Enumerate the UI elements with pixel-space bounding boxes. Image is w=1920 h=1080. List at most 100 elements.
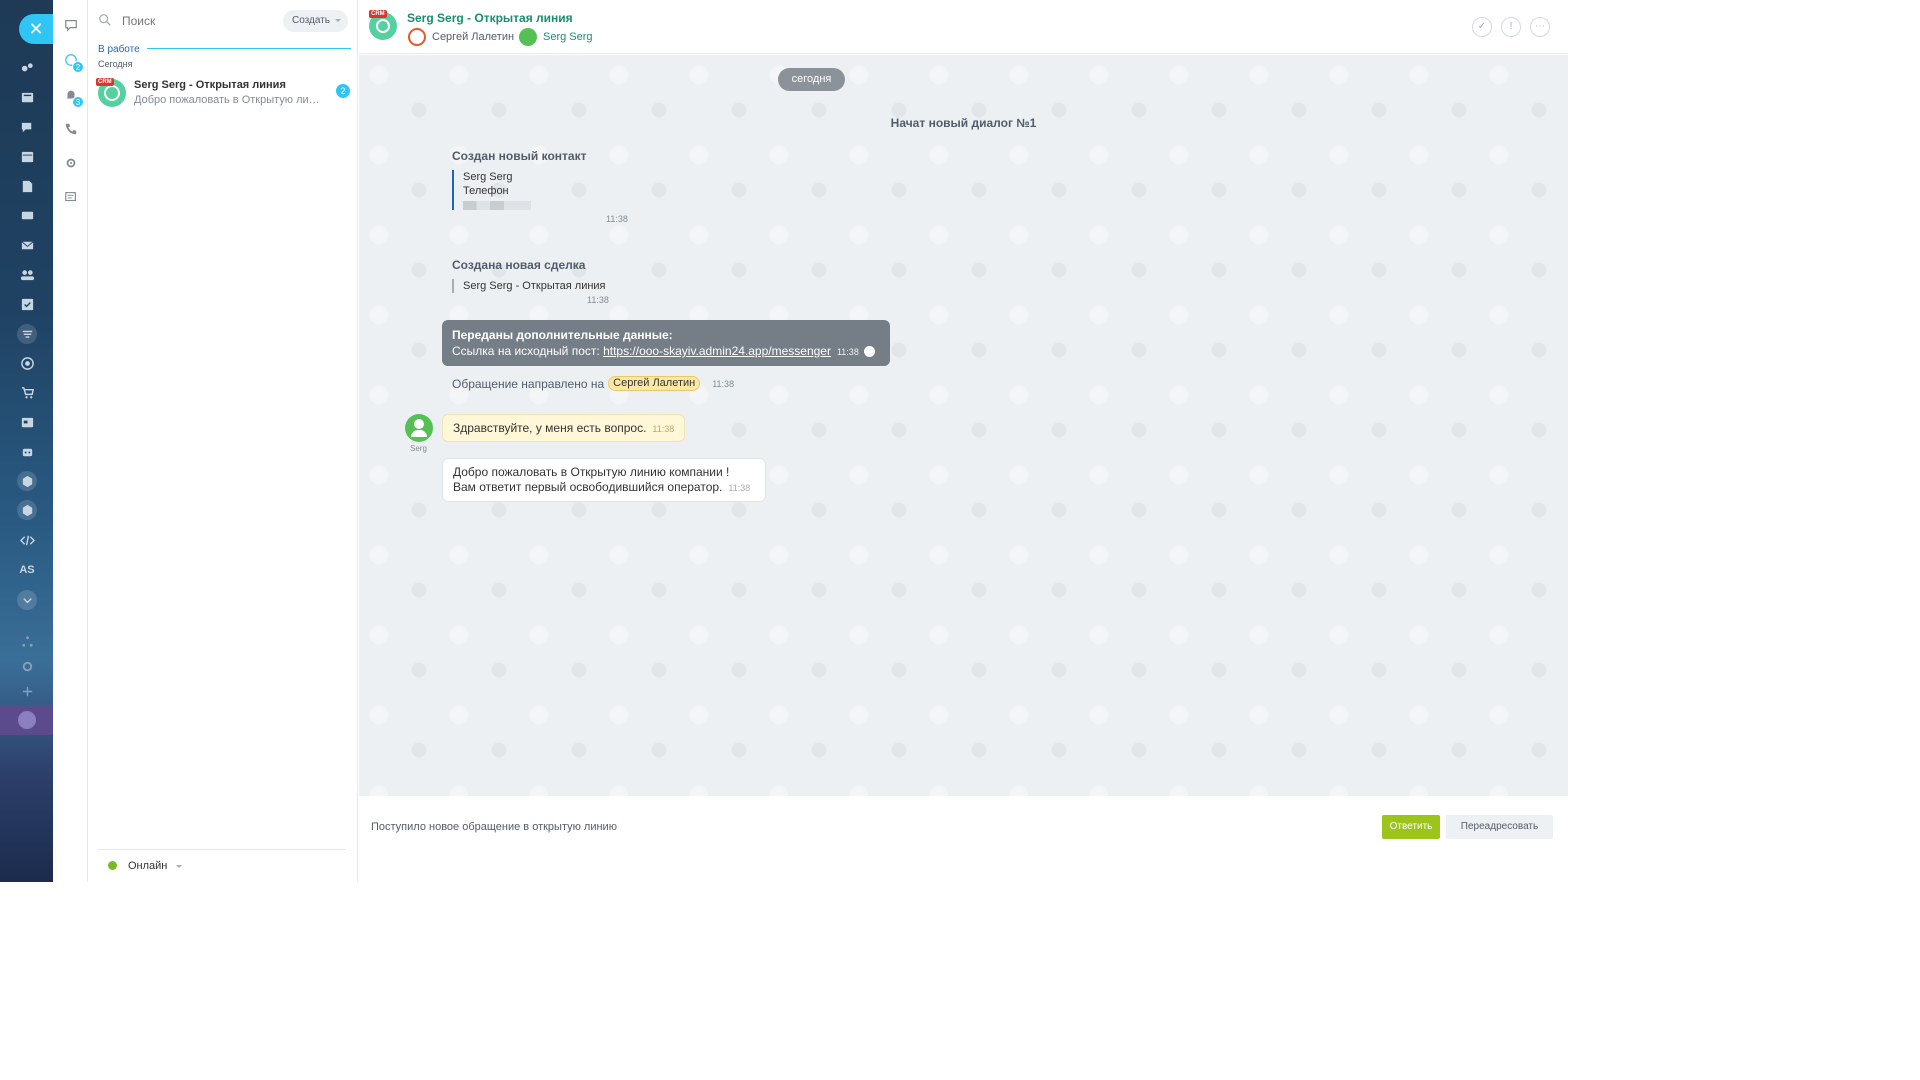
client-message-name: Serg <box>410 444 427 453</box>
contact-center-icon[interactable] <box>17 412 37 432</box>
welcome-line-2: Вам ответит первый освободившийся операт… <box>453 480 723 494</box>
client-message-text: Здравствуйте, у меня есть вопрос. <box>453 421 647 435</box>
documents-icon[interactable] <box>17 176 37 196</box>
contact-field-label: Телефон <box>463 185 509 197</box>
client-message-avatar[interactable] <box>405 414 433 442</box>
operator-name: Сергей Лалетин <box>432 31 515 43</box>
crm-badge: CRM <box>369 10 387 18</box>
status-label: Онлайн <box>128 860 168 872</box>
status-dot-icon <box>108 861 117 870</box>
messenger-tools: 2 3 <box>53 0 88 882</box>
message-list: сегодня Начат новый диалог №1 Создан нов… <box>359 55 1568 796</box>
timestamp: 11:38 <box>836 347 859 357</box>
list-item[interactable]: CRM Serg Serg - Открытая линия Добро пож… <box>96 77 352 111</box>
add-icon[interactable] <box>17 681 37 701</box>
contact-name: Serg Serg <box>463 171 513 183</box>
timestamp: 11:38 <box>652 424 675 434</box>
date-separator: сегодня <box>778 68 845 91</box>
calendar-icon[interactable] <box>17 146 37 166</box>
contact-created-block: Создан новый контакт Serg Serg Телефон 1… <box>452 149 628 224</box>
tasks-list-icon[interactable] <box>62 188 80 206</box>
app-rail: ✕ AS <box>0 0 53 882</box>
mail-icon[interactable] <box>17 235 37 255</box>
apps-icon[interactable] <box>17 471 37 491</box>
as-label[interactable]: AS <box>17 560 37 580</box>
phone-icon[interactable] <box>62 120 80 138</box>
client-name-link: Serg Serg <box>543 31 593 43</box>
timestamp: 11:38 <box>587 295 609 305</box>
close-icon[interactable]: ✕ <box>19 14 53 44</box>
user-avatar[interactable] <box>0 705 53 735</box>
deal-name: Serg Serg - Открытая линия <box>463 280 606 292</box>
search-input[interactable] <box>122 10 272 32</box>
settings-gear-icon[interactable] <box>17 656 37 676</box>
operator-avatar <box>408 28 426 46</box>
dialog-start-notice: Начат новый диалог №1 <box>890 116 1037 130</box>
chat-footer: Поступило новое обращение в открытую лин… <box>359 796 1568 882</box>
more-icon[interactable] <box>17 590 37 610</box>
structure-icon[interactable] <box>17 631 37 651</box>
avatar-icon <box>17 711 36 729</box>
notifications-badge: 3 <box>72 96 84 108</box>
forward-notice: Обращение направлено на Сергей Лалетин 1… <box>452 376 734 391</box>
status-selector[interactable]: Онлайн <box>98 849 346 882</box>
source-post-link[interactable]: https://ooo-skayiv.admin24.app/messenger <box>603 344 831 358</box>
info-icon[interactable]: ! <box>1501 17 1521 37</box>
timestamp: 11:38 <box>712 378 735 389</box>
forward-button[interactable]: Переадресовать <box>1446 815 1553 839</box>
search-icon <box>99 14 111 26</box>
deal-created-block: Создана новая сделка Serg Serg - Открыта… <box>452 258 609 305</box>
footer-notice: Поступило новое обращение в открытую лин… <box>371 821 617 833</box>
chat-bubble-icon[interactable] <box>62 16 80 34</box>
create-button[interactable]: Создать <box>282 10 348 32</box>
settings-icon[interactable] <box>62 154 80 172</box>
drive-icon[interactable] <box>17 205 37 225</box>
section-divider <box>147 48 351 49</box>
more-icon[interactable]: ⋯ <box>1530 17 1550 37</box>
crm-badge: CRM <box>96 78 114 86</box>
timestamp: 11:38 <box>728 483 751 493</box>
check-icon[interactable]: ✓ <box>1472 17 1492 37</box>
dialog-title[interactable]: Serg Serg - Открытая линия <box>407 11 573 25</box>
lock-icon <box>863 346 875 357</box>
chevron-down-icon <box>176 865 182 871</box>
feed-icon[interactable] <box>17 87 37 107</box>
mention-chip[interactable]: Сергей Лалетин <box>608 376 701 391</box>
extra-data-prefix: Ссылка на исходный пост: <box>452 344 604 358</box>
timestamp: 11:38 <box>606 214 628 224</box>
groups-icon[interactable] <box>17 264 37 284</box>
chat-preview: Добро пожаловать в Открытую линию компан… <box>134 94 324 106</box>
operator-user[interactable]: Сергей Лалетин <box>408 27 514 47</box>
phone-value-blurred <box>463 201 531 210</box>
open-lines-icon[interactable]: 2 <box>62 51 84 73</box>
answer-button[interactable]: Ответить <box>1382 815 1440 839</box>
extra-data-message: Переданы дополнительные данные: Ссылка н… <box>442 320 890 366</box>
shop-icon[interactable] <box>17 382 37 402</box>
open-lines-badge: 2 <box>72 61 84 73</box>
robots-icon[interactable] <box>17 441 37 461</box>
activity-stream-icon[interactable] <box>17 58 37 78</box>
section-label[interactable]: В работе <box>98 44 140 55</box>
welcome-message: Добро пожаловать в Открытую линию компан… <box>442 458 766 502</box>
forward-text: Обращение направлено на <box>452 376 605 391</box>
client-avatar <box>519 28 537 46</box>
chat-header: CRM Serg Serg - Открытая линия Сергей Ла… <box>359 0 1568 54</box>
header-actions: ✓ ! ⋯ <box>1472 17 1550 37</box>
section-date: Сегодня <box>98 59 133 69</box>
deal-created-title: Создана новая сделка <box>452 258 586 272</box>
recent-list: Создать В работе Сегодня CRM Serg Serg -… <box>88 0 358 882</box>
deal-card[interactable]: Serg Serg - Открытая линия <box>452 279 609 293</box>
chat-title: Serg Serg - Открытая линия <box>134 79 286 91</box>
crm-icon[interactable] <box>17 324 37 344</box>
chat-icon[interactable] <box>17 117 37 137</box>
goals-icon[interactable] <box>17 353 37 373</box>
client-message: Здравствуйте, у меня есть вопрос. 11:38 <box>442 414 686 442</box>
developer-icon[interactable] <box>17 530 37 550</box>
tasks-icon[interactable] <box>17 294 37 314</box>
extra-data-title: Переданы дополнительные данные: <box>452 328 673 342</box>
contact-card[interactable]: Serg Serg Телефон <box>452 170 628 210</box>
notifications-icon[interactable]: 3 <box>62 86 84 108</box>
contact-created-title: Создан новый контакт <box>452 149 587 163</box>
market-icon[interactable] <box>17 500 37 520</box>
client-user[interactable]: Serg Serg <box>519 27 593 47</box>
